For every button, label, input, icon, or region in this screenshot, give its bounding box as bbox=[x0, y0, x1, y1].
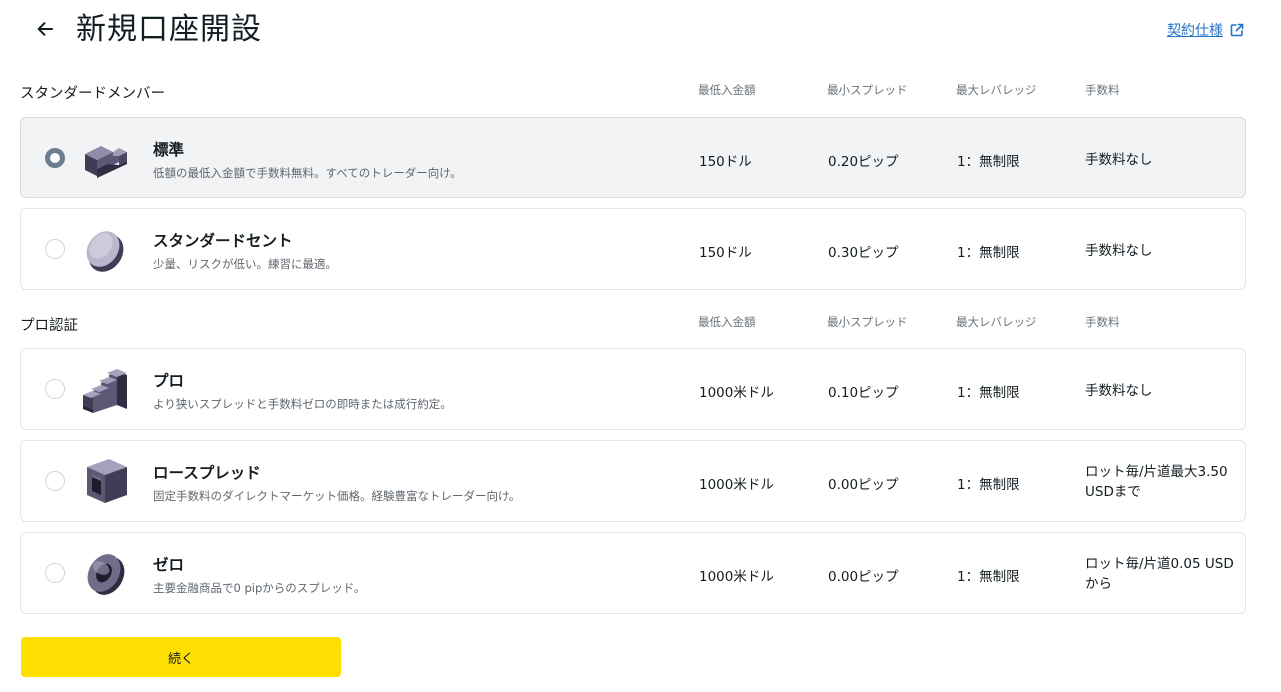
new-account-page: 新規口座開設 契約仕様 スタンダードメンバー 最低入金額 最小スプレッド 最大レ… bbox=[0, 0, 1281, 692]
account-name: 標準 bbox=[153, 141, 185, 159]
column-header-commission: 手数料 bbox=[1085, 315, 1120, 329]
column-header-min-deposit: 最低入金額 bbox=[698, 315, 756, 329]
min-deposit-value: 150ドル bbox=[699, 154, 752, 170]
column-header-min-deposit: 最低入金額 bbox=[698, 83, 756, 97]
account-name: ゼロ bbox=[153, 556, 185, 574]
continue-button[interactable]: 続く bbox=[21, 637, 341, 677]
contract-spec-link[interactable]: 契約仕様 bbox=[1167, 20, 1245, 40]
column-header-min-spread: 最小スプレッド bbox=[827, 315, 908, 329]
section-header-standard: スタンダードメンバー 最低入金額 最小スプレッド 最大レバレッジ 手数料 bbox=[20, 80, 1246, 104]
radio-button[interactable] bbox=[45, 379, 65, 399]
account-card-standard[interactable]: 標準 低額の最低入金額で手数料無料。すべてのトレーダー向け。 150ドル 0.2… bbox=[20, 117, 1246, 198]
account-card-standard-cent[interactable]: スタンダードセント 少量、リスクが低い。練習に最適。 150ドル 0.30ピップ… bbox=[20, 208, 1246, 290]
min-deposit-value: 1000米ドル bbox=[699, 569, 774, 585]
frame-block-icon bbox=[87, 459, 127, 503]
arrow-left-icon bbox=[37, 22, 53, 36]
account-card-raw-spread[interactable]: ロースプレッド 固定手数料のダイレクトマーケット価格。経験豊富なトレーダー向け。… bbox=[20, 440, 1246, 522]
account-description: 少量、リスクが低い。練習に最適。 bbox=[153, 257, 337, 271]
back-button[interactable] bbox=[30, 14, 60, 44]
min-deposit-value: 1000米ドル bbox=[699, 477, 774, 493]
radio-button-checked[interactable] bbox=[45, 148, 65, 168]
min-spread-value: 0.00ピップ bbox=[828, 569, 899, 585]
standard-block-icon bbox=[85, 146, 127, 178]
column-header-max-leverage: 最大レバレッジ bbox=[956, 83, 1037, 97]
external-link-icon bbox=[1230, 23, 1244, 37]
commission-value: 手数料なし bbox=[1085, 383, 1153, 399]
max-leverage-value: 1：無制限 bbox=[957, 477, 1020, 493]
min-spread-value: 0.10ピップ bbox=[828, 385, 899, 401]
account-card-pro[interactable]: プロ より狭いスプレッドと手数料ゼロの即時または成行約定。 1000米ドル 0.… bbox=[20, 348, 1246, 430]
max-leverage-value: 1：無制限 bbox=[957, 385, 1020, 401]
min-spread-value: 0.30ピップ bbox=[828, 245, 899, 261]
account-card-zero[interactable]: ゼロ 主要金融商品で0 pipからのスプレッド。 1000米ドル 0.00ピップ… bbox=[20, 532, 1246, 614]
section-header-pro: プロ認証 最低入金額 最小スプレッド 最大レバレッジ 手数料 bbox=[20, 312, 1246, 336]
account-description: 固定手数料のダイレクトマーケット価格。経験豊富なトレーダー向け。 bbox=[153, 489, 521, 503]
section-title: プロ認証 bbox=[20, 318, 78, 334]
account-name: スタンダードセント bbox=[153, 232, 293, 250]
account-description: 低額の最低入金額で手数料無料。すべてのトレーダー向け。 bbox=[153, 166, 462, 180]
max-leverage-value: 1：無制限 bbox=[957, 154, 1020, 170]
page-header: 新規口座開設 契約仕様 bbox=[0, 0, 1281, 64]
account-description: より狭いスプレッドと手数料ゼロの即時または成行約定。 bbox=[153, 397, 452, 411]
column-header-min-spread: 最小スプレッド bbox=[827, 83, 908, 97]
page-title: 新規口座開設 bbox=[76, 12, 262, 47]
commission-value: 手数料なし bbox=[1085, 243, 1153, 259]
radio-button[interactable] bbox=[45, 563, 65, 583]
commission-value: ロット毎/片道最大3.50 USDまで bbox=[1085, 464, 1228, 500]
account-name: ロースプレッド bbox=[153, 464, 261, 482]
stairs-icon bbox=[83, 369, 127, 413]
contract-spec-label: 契約仕様 bbox=[1167, 23, 1223, 39]
min-deposit-value: 1000米ドル bbox=[699, 385, 774, 401]
min-deposit-value: 150ドル bbox=[699, 245, 752, 261]
column-header-max-leverage: 最大レバレッジ bbox=[956, 315, 1037, 329]
min-spread-value: 0.00ピップ bbox=[828, 477, 899, 493]
coin-icon bbox=[86, 231, 124, 272]
section-title: スタンダードメンバー bbox=[20, 86, 165, 102]
account-name: プロ bbox=[153, 372, 185, 390]
column-header-commission: 手数料 bbox=[1085, 83, 1120, 97]
account-description: 主要金融商品で0 pipからのスプレッド。 bbox=[153, 581, 366, 595]
commission-value: ロット毎/片道0.05 USDから bbox=[1085, 556, 1234, 592]
max-leverage-value: 1：無制限 bbox=[957, 245, 1020, 261]
min-spread-value: 0.20ピップ bbox=[828, 154, 899, 170]
max-leverage-value: 1：無制限 bbox=[957, 569, 1020, 585]
commission-value: 手数料なし bbox=[1085, 152, 1153, 168]
ring-icon bbox=[87, 554, 125, 595]
radio-button[interactable] bbox=[45, 471, 65, 491]
radio-button[interactable] bbox=[45, 239, 65, 259]
